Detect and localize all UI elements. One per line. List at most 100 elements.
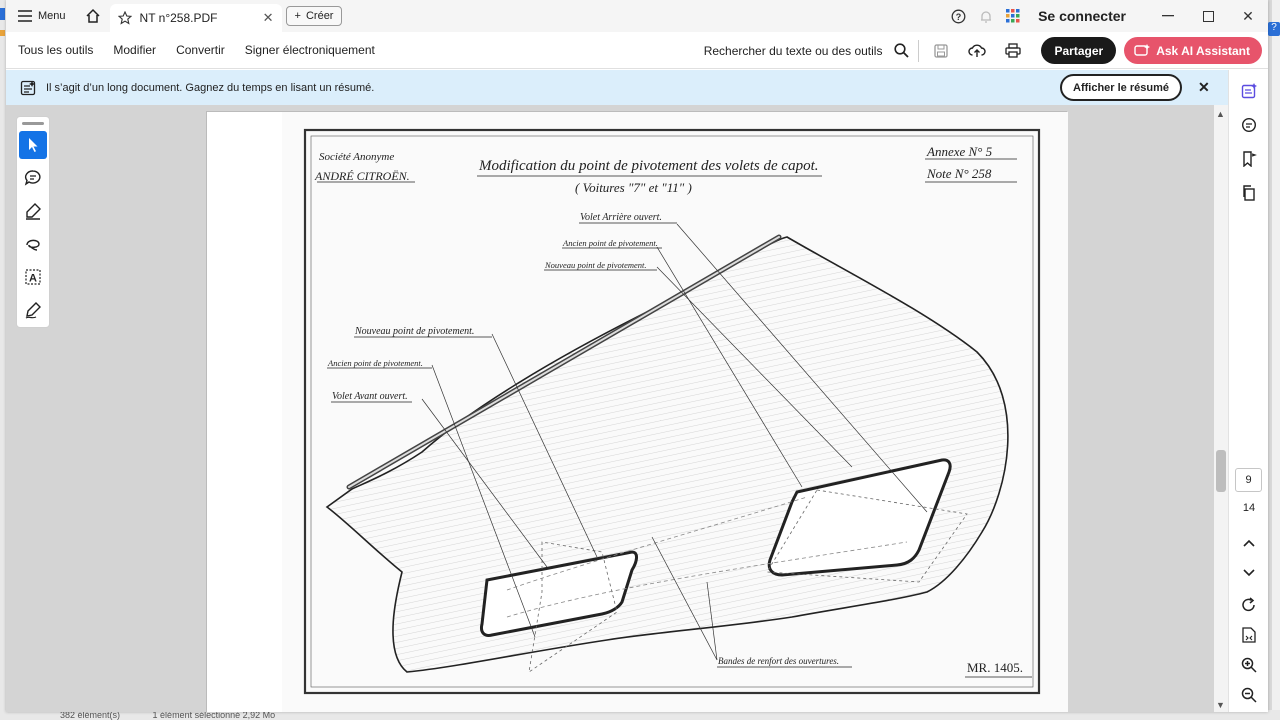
maximize-icon [1202, 10, 1214, 22]
share-button[interactable]: Partager [1041, 37, 1117, 64]
convert-link[interactable]: Convertir [166, 43, 235, 57]
scroll-up-icon[interactable]: ▲ [1216, 109, 1225, 119]
right-side-panel: 9 14 [1228, 70, 1268, 712]
zoom-in-button[interactable] [1229, 650, 1269, 680]
menu-button[interactable]: Menu [6, 0, 76, 32]
plus-icon: + [294, 10, 301, 22]
freehand-icon [26, 239, 40, 251]
signature-pen-icon [25, 302, 41, 319]
note-label: Note N° 258 [926, 166, 992, 181]
technical-drawing: Société Anonyme ANDRÉ CITROËN. Modificat… [282, 112, 1068, 712]
bell-icon [980, 10, 991, 23]
zoom-out-icon [1241, 687, 1257, 703]
maximize-button[interactable] [1188, 0, 1228, 32]
home-button[interactable] [76, 0, 110, 32]
vertical-scrollbar[interactable]: ▲ ▼ [1214, 105, 1228, 712]
save-button[interactable] [923, 35, 959, 67]
summary-banner: Il s’agit d’un long document. Gagnez du … [6, 70, 1228, 105]
pages-copy-icon [1243, 185, 1255, 201]
bookmarks-panel-button[interactable] [1229, 142, 1269, 176]
os-folder-icon [0, 30, 5, 36]
label-reinforcement: Bandes de renfort des ouvertures. [718, 656, 839, 666]
scroll-thumb[interactable] [1216, 450, 1226, 492]
total-pages: 14 [1242, 502, 1256, 514]
ai-assistant-button[interactable]: Ask AI Assistant [1124, 37, 1262, 64]
tab-document[interactable]: NT n°258.PDF ✕ [109, 4, 282, 32]
label-old-pivot-rear: Ancien point de pivotement. [562, 238, 658, 248]
signin-link[interactable]: Se connecter [1038, 8, 1126, 24]
os-background-right: ? [1268, 0, 1280, 720]
apps-button[interactable] [999, 0, 1026, 32]
zoom-out-button[interactable] [1229, 680, 1269, 710]
menu-label: Menu [38, 10, 66, 22]
create-button[interactable]: + Créer [285, 6, 343, 26]
show-summary-button[interactable]: Afficher le résumé [1060, 74, 1182, 101]
print-button[interactable] [995, 35, 1031, 67]
minimize-button[interactable] [1148, 0, 1188, 32]
document-summary-icon [20, 80, 36, 95]
comment-panel-icon [1241, 117, 1257, 133]
company-line1: Société Anonyme [319, 151, 394, 163]
upload-button[interactable] [959, 35, 995, 67]
star-icon[interactable] [117, 11, 132, 25]
comments-panel-button[interactable] [1229, 108, 1269, 142]
search-label[interactable]: Rechercher du texte ou des outils [704, 44, 883, 58]
previous-page-button[interactable] [1229, 528, 1269, 558]
toolbar-divider [918, 39, 920, 62]
reference-label: MR. 1405. [967, 660, 1023, 675]
ai-assistant-label: Ask AI Assistant [1156, 43, 1250, 58]
text-box-icon: A [25, 269, 41, 285]
zoom-in-icon [1241, 657, 1257, 673]
text-tool[interactable]: A [19, 263, 47, 291]
quick-tools-panel: A [16, 116, 50, 328]
home-icon [86, 8, 100, 23]
search-button[interactable] [888, 35, 914, 67]
svg-text:?: ? [956, 12, 962, 22]
sign-tool[interactable] [19, 296, 47, 324]
chevron-up-icon [1243, 539, 1255, 547]
close-window-button[interactable]: ✕ [1228, 0, 1268, 32]
ai-summary-icon [1241, 83, 1257, 99]
help-button[interactable]: ? [945, 0, 972, 32]
drawing-subtitle: ( Voitures "7" et "11" ) [575, 180, 692, 195]
edit-link[interactable]: Modifier [103, 43, 166, 57]
current-page-input[interactable]: 9 [1235, 468, 1262, 492]
pdf-reader-window: Menu NT n°258.PDF ✕ + Créer ? Se connect… [6, 0, 1268, 712]
next-page-button[interactable] [1229, 558, 1269, 588]
minimize-icon [1162, 15, 1174, 17]
title-bar: Menu NT n°258.PDF ✕ + Créer ? Se connect… [6, 0, 1268, 32]
help-icon: ? [951, 9, 966, 23]
main-toolbar: Tous les outils Modifier Convertir Signe… [6, 32, 1268, 69]
create-label: Créer [305, 10, 334, 22]
bookmark-icon [1243, 151, 1257, 167]
label-front-open: Volet Avant ouvert. [332, 391, 408, 402]
page-size-button[interactable] [1229, 620, 1269, 650]
notifications-button[interactable] [972, 0, 999, 32]
os-help-icon: ? [1268, 22, 1280, 36]
draw-tool[interactable] [19, 230, 47, 258]
close-icon: ✕ [1242, 7, 1254, 24]
ai-summary-panel-button[interactable] [1229, 74, 1269, 108]
svg-text:A: A [29, 273, 37, 285]
chevron-down-icon [1243, 569, 1255, 577]
esign-link[interactable]: Signer électroniquement [235, 43, 385, 57]
label-new-pivot-front: Nouveau point de pivotement. [354, 326, 474, 337]
pages-panel-button[interactable] [1229, 176, 1269, 210]
all-tools-link[interactable]: Tous les outils [6, 43, 103, 57]
label-new-pivot-rear: Nouveau point de pivotement. [544, 260, 647, 270]
select-tool[interactable] [19, 131, 47, 159]
cloud-upload-icon [968, 44, 987, 57]
tab-close-icon[interactable]: ✕ [263, 10, 274, 26]
tab-title: NT n°258.PDF [139, 11, 218, 25]
scroll-down-icon[interactable]: ▼ [1216, 700, 1225, 710]
comment-tool[interactable] [19, 164, 47, 192]
document-viewport[interactable]: Société Anonyme ANDRÉ CITROËN. Modificat… [6, 105, 1222, 712]
drag-handle[interactable] [22, 122, 44, 125]
search-icon [894, 43, 909, 58]
rotate-icon [1242, 597, 1255, 612]
rotate-button[interactable] [1229, 590, 1269, 620]
page-fit-icon [1242, 627, 1256, 643]
highlight-tool[interactable] [19, 197, 47, 225]
company-line2: ANDRÉ CITROËN. [314, 168, 410, 183]
banner-close-icon[interactable]: ✕ [1198, 79, 1210, 96]
